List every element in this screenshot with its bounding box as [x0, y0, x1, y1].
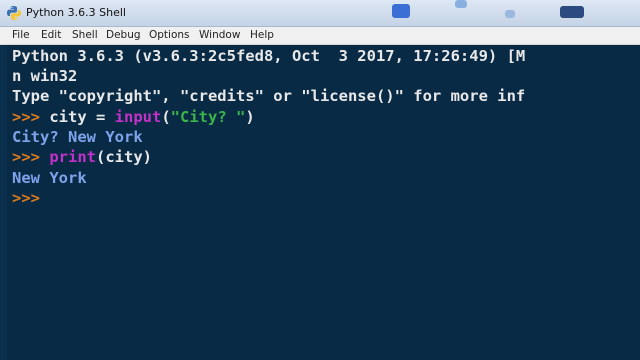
code-paren-close: ) — [245, 108, 255, 126]
builtin-function: print — [49, 148, 97, 166]
python-logo-icon — [7, 6, 21, 20]
stdout-line: New York — [12, 169, 87, 187]
idle-shell-window: Python 3.6.3 Shell File Edit Shell Debug… — [0, 0, 640, 360]
desktop-background-icon — [505, 10, 515, 18]
menu-shell[interactable]: Shell — [72, 29, 98, 41]
command-line-print: >>> print(city) — [12, 147, 152, 167]
shell-prompt: >>> — [12, 189, 40, 207]
shell-gutter — [0, 45, 7, 360]
menu-help[interactable]: Help — [250, 29, 274, 41]
menu-debug[interactable]: Debug — [106, 29, 141, 41]
code-paren-open: ( — [161, 108, 171, 126]
menu-window[interactable]: Window — [199, 29, 240, 41]
command-line-input: >>> city = input("City? ") — [12, 107, 255, 127]
code-assignment: city = — [40, 108, 115, 126]
menu-options[interactable]: Options — [149, 29, 190, 41]
desktop-background-icon — [392, 4, 410, 18]
banner-line-platform: n win32 — [12, 67, 78, 85]
command-line-empty[interactable]: >>> — [12, 188, 40, 208]
menu-bar: File Edit Shell Debug Options Window Hel… — [0, 27, 640, 45]
title-bar[interactable]: Python 3.6.3 Shell — [0, 0, 640, 27]
string-literal: "City? " — [170, 108, 246, 126]
desktop-background-icon — [455, 0, 467, 8]
shell-prompt: >>> — [12, 148, 40, 166]
code-arguments: (city) — [96, 148, 153, 166]
desktop-background-icon — [560, 6, 584, 18]
menu-edit[interactable]: Edit — [41, 29, 61, 41]
builtin-function: input — [114, 108, 162, 126]
stdout-line: City? New York — [12, 128, 143, 146]
window-title: Python 3.6.3 Shell — [26, 6, 126, 19]
menu-file[interactable]: File — [12, 29, 30, 41]
shell-prompt: >>> — [12, 108, 40, 126]
banner-line-version: Python 3.6.3 (v3.6.3:2c5fed8, Oct 3 2017… — [12, 47, 526, 65]
banner-line-help: Type "copyright", "credits" or "license(… — [12, 87, 526, 105]
